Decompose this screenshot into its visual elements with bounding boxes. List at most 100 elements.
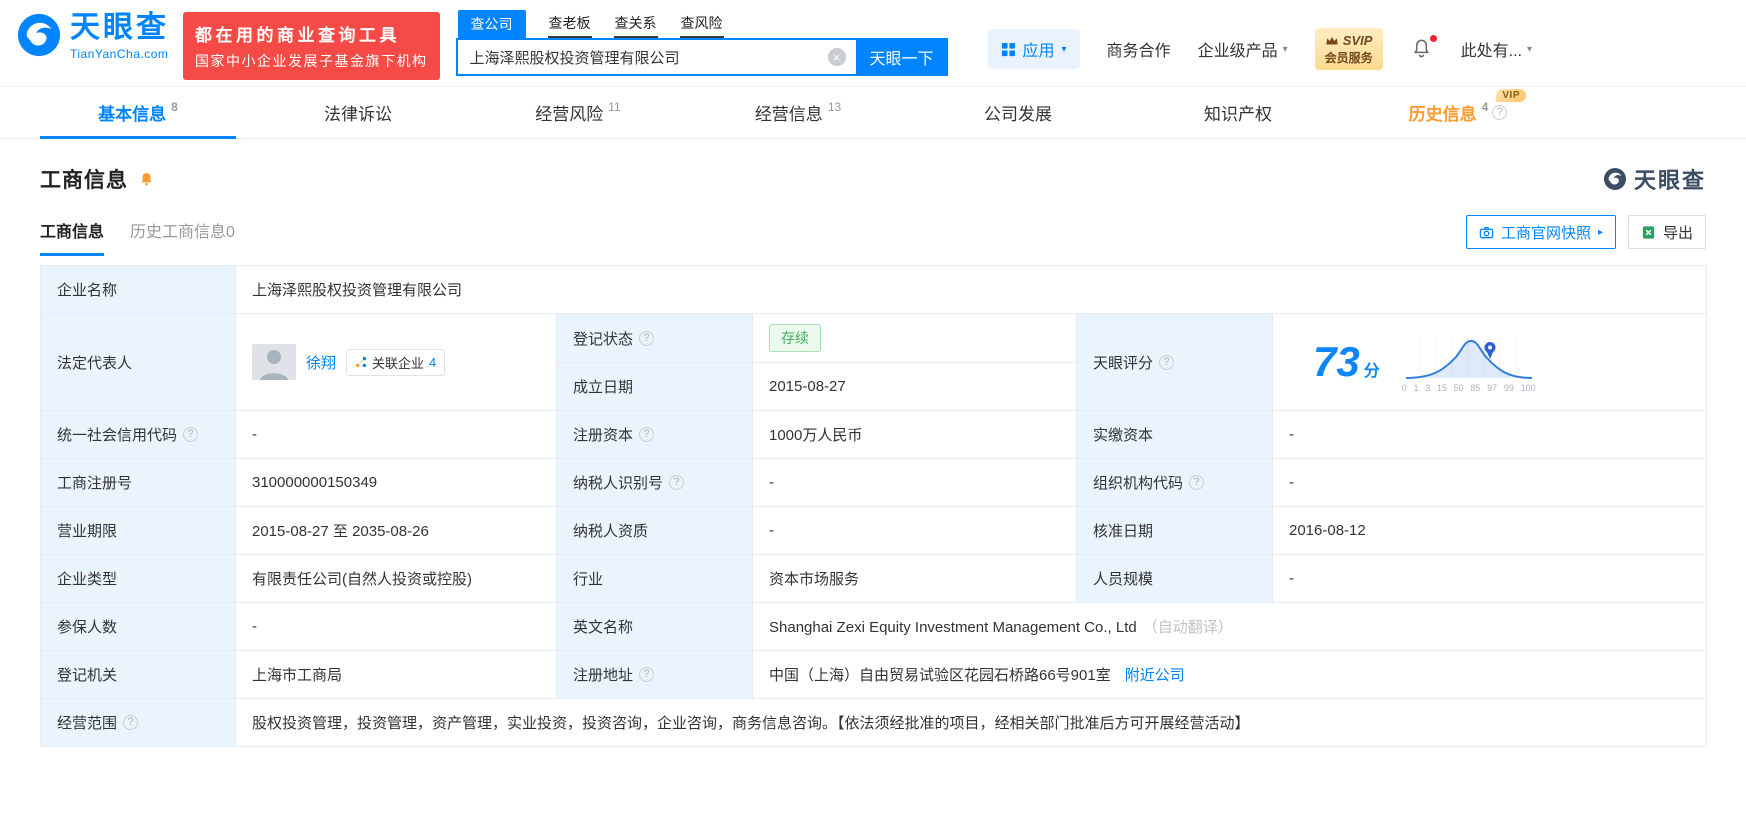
search-tab-boss[interactable]: 查老板 <box>547 11 592 38</box>
reg-authority-label: 登记机关 <box>40 650 236 699</box>
tab-operation-info[interactable]: 经营信息 13 <box>700 87 896 138</box>
export-button-label: 导出 <box>1662 224 1693 242</box>
nearby-companies-link[interactable]: 附近公司 <box>1125 667 1185 684</box>
monitor-bell-icon[interactable] <box>138 171 155 188</box>
taxpayer-quality-value: - <box>752 506 1077 555</box>
notification-dot <box>1429 35 1437 42</box>
tianyancha-logo[interactable]: 天眼查 TianYanCha.com <box>16 12 169 61</box>
score-curve-chart: 01 3 15 50 85 97 99 100 <box>1402 332 1536 393</box>
business-term-label: 营业期限 <box>40 506 236 555</box>
bell-icon <box>1413 39 1429 58</box>
legal-rep-name-link[interactable]: 徐翔 <box>306 352 336 373</box>
help-icon[interactable]: ? <box>123 715 139 730</box>
apps-label: 应用 <box>1022 43 1055 60</box>
tab-basic-info[interactable]: 基本信息 8 <box>40 87 236 139</box>
crown-icon <box>1326 37 1338 45</box>
table-row: 法定代表人 徐翔 关联企业 4 登记状态 ? 存续 天眼评分 ? 73 分 0 … <box>40 313 1708 411</box>
business-info-subtabs: 工商信息 历史工商信息0 <box>40 218 235 256</box>
apps-grid-icon <box>1001 42 1015 56</box>
banner-line1: 都在用的商业查询工具 <box>195 26 400 45</box>
reg-status-value: 存续 <box>752 313 1077 363</box>
table-row: 参保人数 - 英文名称 Shanghai Zexi Equity Investm… <box>40 602 1708 651</box>
legal-rep-label: 法定代表人 <box>40 313 236 411</box>
table-row: 企业类型 有限责任公司(自然人投资或控股) 行业 资本市场服务 人员规模 - <box>40 554 1708 603</box>
notifications-bell[interactable] <box>1410 35 1437 61</box>
english-name-label: 英文名称 <box>556 602 753 651</box>
paid-capital-label: 实缴资本 <box>1076 410 1273 459</box>
company-type-label: 企业类型 <box>40 554 236 603</box>
tianyan-score-cell: 73 分 0 1 3 15 50 85 97 99 100 <box>1271 313 1708 411</box>
legal-rep-avatar[interactable] <box>252 344 296 380</box>
tab-company-development[interactable]: 公司发展 <box>920 87 1116 138</box>
related-companies-chip[interactable]: 关联企业 4 <box>346 348 446 376</box>
staff-size-value: - <box>1271 554 1708 603</box>
tab-label: 知识产权 <box>1204 105 1272 124</box>
reg-address-value: 中国（上海）自由贸易试验区花园石桥路66号901室 附近公司 <box>751 650 1708 699</box>
watermark-brand-text: 天眼查 <box>1633 168 1706 193</box>
help-icon[interactable]: ? <box>639 330 655 346</box>
english-name-value: Shanghai Zexi Equity Investment Manageme… <box>751 602 1708 651</box>
help-icon[interactable]: ? <box>1492 105 1508 120</box>
business-cooperation-link[interactable]: 商务合作 <box>1107 37 1171 61</box>
enterprise-products-menu[interactable]: 企业级产品 ▾ <box>1198 37 1288 61</box>
tab-label: 经营风险 <box>535 105 604 124</box>
relation-graph-icon <box>355 356 367 368</box>
tab-count: 4 <box>1481 99 1489 114</box>
reg-capital-label: 注册资本? <box>556 410 753 459</box>
establish-date-label: 成立日期 <box>556 362 753 411</box>
tab-history-info[interactable]: VIP 历史信息 4 ? <box>1360 87 1556 138</box>
table-row: 营业期限 2015-08-27 至 2035-08-26 纳税人资质 - 核准日… <box>40 506 1708 555</box>
taxpayer-id-label: 纳税人识别号? <box>556 458 753 507</box>
tab-count: 8 <box>171 99 178 114</box>
logo-brand-text: 天眼查 <box>70 11 169 44</box>
search-tabs: 查公司 查老板 查关系 查风险 <box>456 10 948 38</box>
header-right-menu: 应用 ▾ 商务合作 企业级产品 ▾ SVIP 会员服务 此处有... ▾ <box>987 28 1731 70</box>
apps-menu[interactable]: 应用 ▾ <box>987 29 1080 69</box>
company-name-label: 企业名称 <box>40 265 236 314</box>
search-tab-relation[interactable]: 查关系 <box>613 11 658 38</box>
reg-capital-value: 1000万人民币 <box>752 410 1077 459</box>
taxpayer-id-value: - <box>752 458 1077 507</box>
subtab-history-business-info[interactable]: 历史工商信息0 <box>130 218 235 246</box>
staff-size-label: 人员规模 <box>1076 554 1273 603</box>
business-cooperation-label: 商务合作 <box>1106 43 1171 60</box>
export-button[interactable]: 导出 <box>1627 215 1706 249</box>
score-unit: 分 <box>1363 363 1380 380</box>
table-row: 登记机关 上海市工商局 注册地址? 中国（上海）自由贸易试验区花园石桥路66号9… <box>40 650 1708 699</box>
tianyan-score-label: 天眼评分? <box>1076 313 1273 411</box>
industry-label: 行业 <box>556 554 753 603</box>
svip-member-button[interactable]: SVIP 会员服务 <box>1314 28 1383 70</box>
tab-intellectual-property[interactable]: 知识产权 <box>1140 87 1336 138</box>
help-icon[interactable]: ? <box>1159 354 1175 370</box>
search-input[interactable] <box>455 38 856 76</box>
user-menu[interactable]: 此处有... ▾ <box>1461 37 1532 61</box>
help-icon[interactable]: ? <box>669 475 685 490</box>
help-icon[interactable]: ? <box>183 427 199 442</box>
table-row: 经营范围? 股权投资管理，投资管理，资产管理，实业投资，投资咨询，企业咨询，商务… <box>40 698 1708 747</box>
help-icon[interactable]: ? <box>1189 475 1205 490</box>
section-title: 工商信息 <box>40 169 128 192</box>
tab-operation-risk[interactable]: 经营风险 11 <box>480 87 676 138</box>
credit-code-value: - <box>235 410 557 459</box>
auto-translate-note: （自动翻译） <box>1142 619 1233 636</box>
reg-number-value: 310000000150349 <box>235 458 557 507</box>
tab-legal-proceedings[interactable]: 法律诉讼 <box>260 87 456 138</box>
approve-date-label: 核准日期 <box>1076 506 1273 555</box>
svip-subtitle: 会员服务 <box>1324 51 1373 65</box>
search-button[interactable]: 天眼一下 <box>855 38 948 76</box>
search-tab-risk[interactable]: 查风险 <box>679 11 724 38</box>
help-icon[interactable]: ? <box>639 427 655 442</box>
official-snapshot-button[interactable]: 工商官网快照 ▸ <box>1465 215 1616 249</box>
clear-search-icon[interactable]: × <box>827 48 846 66</box>
table-row: 工商注册号 310000000150349 纳税人识别号? - 组织机构代码? … <box>40 458 1708 507</box>
help-icon[interactable]: ? <box>639 667 655 682</box>
subtab-business-info[interactable]: 工商信息 <box>40 218 105 256</box>
search-tab-company[interactable]: 查公司 <box>457 10 526 38</box>
reg-address-label: 注册地址? <box>556 650 753 699</box>
approve-date-value: 2016-08-12 <box>1271 506 1708 555</box>
credit-code-label: 统一社会信用代码? <box>40 410 236 459</box>
tab-label: 基本信息 <box>98 105 167 124</box>
related-companies-count: 4 <box>429 354 437 370</box>
svip-title: SVIP <box>1342 33 1373 48</box>
camera-icon <box>1479 226 1494 238</box>
